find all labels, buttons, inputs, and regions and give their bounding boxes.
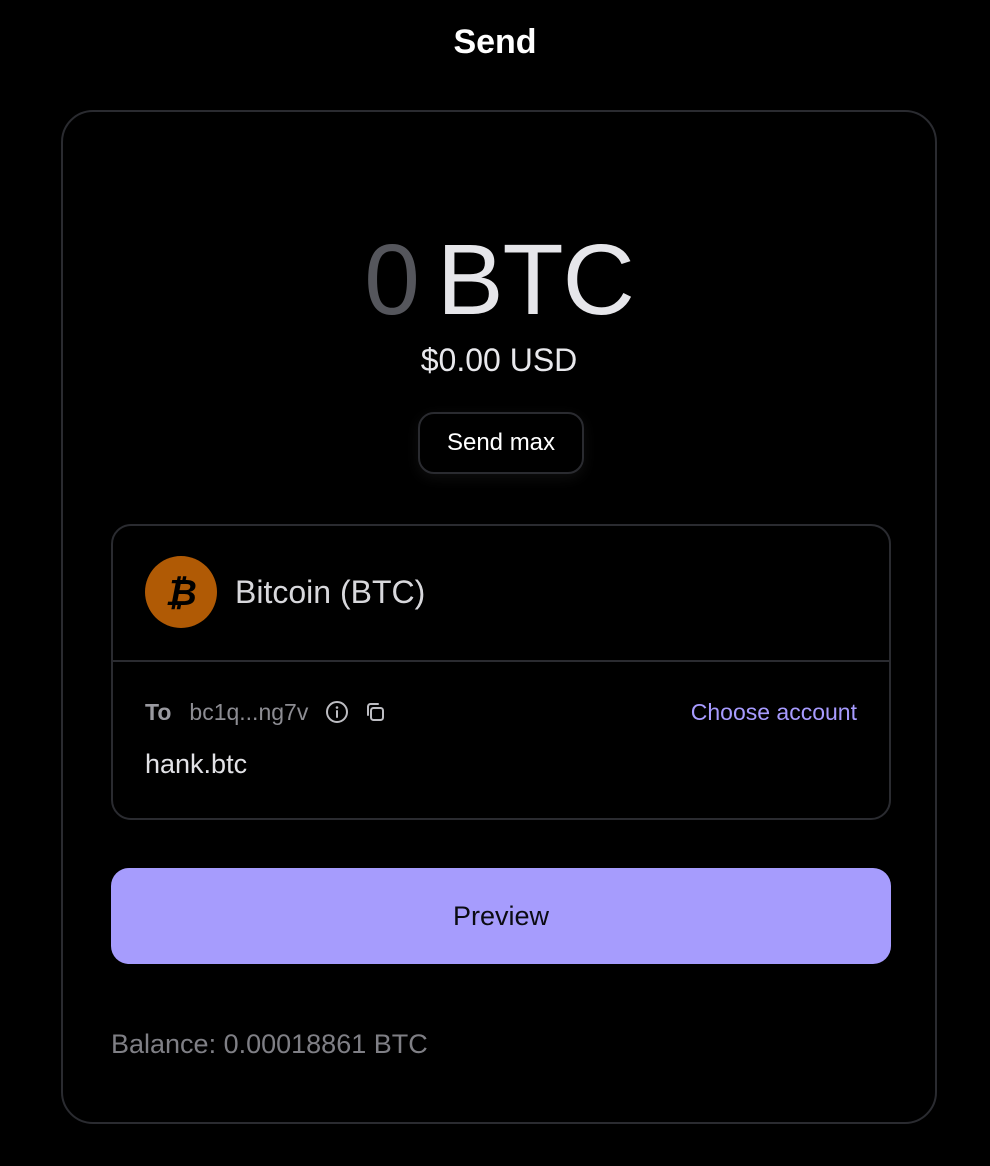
choose-account-link[interactable]: Choose account bbox=[691, 699, 857, 726]
amount-display[interactable]: 0 BTC bbox=[63, 220, 935, 340]
asset-name: Bitcoin (BTC) bbox=[235, 574, 426, 610]
recipient-name: hank.btc bbox=[145, 749, 248, 779]
recipient-address: bc1q...ng7v bbox=[189, 698, 309, 725]
preview-button[interactable]: Preview bbox=[111, 868, 891, 964]
send-screen: Send 0 BTC $0.00 USD Send max ₿ Bitcoin (… bbox=[0, 0, 990, 1166]
asset-selector[interactable]: ₿ Bitcoin (BTC) bbox=[113, 526, 889, 662]
to-label: To bbox=[145, 698, 172, 725]
page-title: Send bbox=[453, 23, 537, 61]
amount-unit: BTC bbox=[436, 224, 635, 336]
svg-text:₿: ₿ bbox=[165, 573, 197, 614]
send-max-button[interactable]: Send max bbox=[418, 412, 584, 474]
fiat-value: $0.00 USD bbox=[420, 342, 578, 378]
amount-value[interactable]: 0 bbox=[364, 224, 420, 336]
balance-text: Balance: 0.00018861 BTC bbox=[111, 1029, 428, 1059]
recipient-row: To bc1q...ng7v Choose account bbox=[145, 694, 857, 730]
send-card: 0 BTC $0.00 USD Send max ₿ Bitcoin (BTC) … bbox=[61, 110, 937, 1124]
copy-icon[interactable] bbox=[362, 699, 388, 725]
bitcoin-icon: ₿ bbox=[145, 556, 217, 628]
asset-recipient-box: ₿ Bitcoin (BTC) To bc1q...ng7v Choose ac… bbox=[111, 524, 891, 820]
info-icon[interactable] bbox=[324, 699, 350, 725]
